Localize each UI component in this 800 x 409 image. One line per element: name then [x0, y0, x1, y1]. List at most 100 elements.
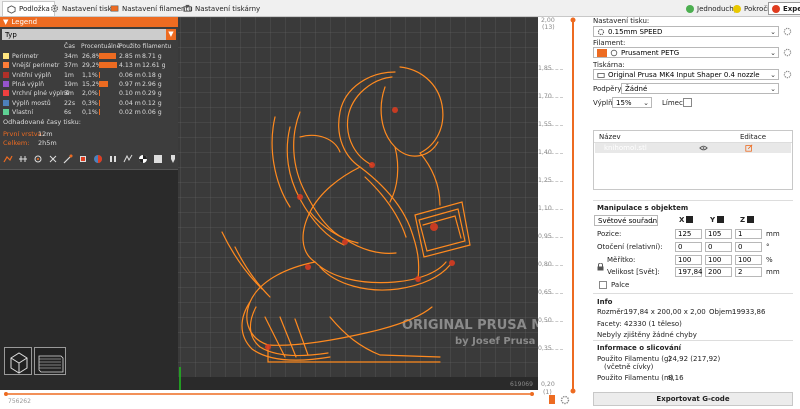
print-settings-select[interactable]: 0.15mm SPEED ⌄	[593, 26, 779, 37]
rotation-z-input[interactable]: 0	[735, 242, 762, 252]
eye-icon[interactable]	[699, 145, 708, 151]
legend-row-meters: 2.85 m	[119, 53, 141, 60]
custom-gcodes-icon[interactable]	[123, 154, 133, 164]
divider	[593, 340, 793, 341]
brim-checkbox[interactable]	[683, 98, 692, 107]
rotation-label: Otočení (relativní):	[597, 243, 663, 251]
pause-prints-icon[interactable]	[108, 154, 118, 164]
move-start-value: 756262	[8, 398, 31, 405]
deretractions-icon[interactable]	[48, 154, 58, 164]
scale-x-input[interactable]: 100	[675, 255, 702, 265]
bed-text-author: by Josef Prusa	[455, 336, 535, 347]
scale-x-value: 100	[678, 256, 692, 264]
legend-row[interactable]: Vrchní plné výplně 3m 2,0% 0.10 m 0.29 g	[2, 90, 176, 99]
layers-icon	[38, 355, 64, 373]
total-label: Celkem:	[3, 139, 30, 147]
travel-icon[interactable]	[3, 154, 13, 164]
legend-percent-bar	[99, 108, 100, 115]
scale-unit: %	[766, 256, 773, 264]
layer-slider[interactable]: 2,00 (13) 1,85 1,70 1,55 1,40 1,25 1,10 0,95 0,…	[538, 17, 590, 407]
position-z-input[interactable]: 1	[735, 229, 762, 239]
infill-select[interactable]: 15% ⌄	[612, 97, 652, 108]
legend-row-percent: 2,0%	[82, 90, 98, 98]
size-y-input[interactable]: 200	[705, 267, 732, 277]
legend-col-time: Čas	[64, 43, 75, 50]
legend-col-percent: Procentuálně	[81, 43, 121, 50]
view-layers-button[interactable]	[34, 347, 66, 375]
scale-z-input[interactable]: 100	[735, 255, 762, 265]
seams-icon[interactable]	[63, 154, 73, 164]
legend-row[interactable]: Výplň mostů 22s 0,3% 0.04 m 0.12 g	[2, 99, 176, 109]
legend-row-percent: 1,1%	[82, 71, 98, 79]
right-sidebar: Nastavení tisku: 0.15mm SPEED ⌄ Filament…	[590, 17, 800, 407]
cog-lock-icon[interactable]	[548, 393, 556, 405]
layer-top-index: (13)	[542, 24, 555, 31]
coordinates-select[interactable]: Světové souřadnice ⌄	[594, 215, 658, 226]
printer-label: Tiskárna:	[593, 61, 625, 69]
legend-color-swatch	[3, 62, 9, 69]
wipe-icon[interactable]	[18, 154, 28, 164]
chevron-down-icon: ⌄	[770, 71, 776, 79]
filament-select[interactable]: Prusament PETG ⌄	[593, 47, 779, 58]
legend-row-name: Výplň mostů	[12, 99, 51, 107]
settings-gear-icon[interactable]	[560, 395, 570, 405]
layer-tick-label: 0,80	[538, 261, 552, 268]
legend-row-time: 37m	[64, 62, 78, 70]
view-iso-button[interactable]	[4, 347, 32, 375]
divider	[593, 200, 793, 201]
legend-view-type-select[interactable]: Typ ▼	[2, 29, 176, 40]
size-z-input[interactable]: 2	[735, 267, 762, 277]
legend-row[interactable]: Vnitřní výplň 1m 1,1% 0.06 m 0.18 g	[2, 71, 176, 81]
volume-value: 19933,86	[732, 308, 766, 316]
axis-y-label: Y	[710, 216, 716, 224]
rotation-y-input[interactable]: 0	[705, 242, 732, 252]
mode-expert[interactable]: Expert	[768, 2, 800, 15]
printer-select[interactable]: Original Prusa MK4 Input Shaper 0.4 nozz…	[593, 69, 779, 80]
filament-value: Prusament PETG	[621, 48, 680, 57]
position-x-input[interactable]: 125	[675, 229, 702, 239]
tab-printer-settings[interactable]: Nastavení tiskárny	[179, 1, 264, 16]
legend-percent-bar	[99, 99, 100, 106]
position-y-input[interactable]: 105	[705, 229, 732, 239]
edit-object-icon[interactable]	[745, 144, 753, 152]
legend-row-grams: 0.29 g	[142, 90, 162, 98]
lock-icon[interactable]	[597, 263, 604, 271]
list-col-edit: Editace	[740, 133, 767, 141]
legend-row-meters: 0.10 m	[119, 90, 141, 98]
object-row[interactable]: knihomol.stl	[595, 143, 791, 153]
shells-icon[interactable]	[153, 154, 163, 164]
legend-row[interactable]: Vnější perimetr 37m 29,2% 4.13 m 12.61 g	[2, 62, 176, 71]
filament-label: Filament:	[593, 39, 626, 47]
legend-row-meters: 4.13 m	[119, 62, 141, 70]
edit-printer-icon[interactable]	[783, 70, 792, 79]
tool-changes-icon[interactable]	[78, 154, 88, 164]
scale-y-input[interactable]: 100	[705, 255, 732, 265]
legend-row[interactable]: Perimetr 34m 26,8% 2.85 m 8.71 g	[2, 53, 176, 62]
filament-g-sub: (včetně cívky)	[604, 363, 654, 371]
center-of-gravity-icon[interactable]	[138, 154, 148, 164]
size-label: Velikost [Svět]:	[607, 268, 660, 276]
legend-color-swatch	[3, 90, 9, 97]
retractions-icon[interactable]	[33, 154, 43, 164]
axis-x-label: X	[679, 216, 685, 224]
legend-row[interactable]: Plná výplň 19m 15,2% 0.97 m 2.96 g	[2, 80, 176, 90]
position-label: Pozice:	[597, 230, 622, 238]
edit-filament-icon[interactable]	[783, 48, 792, 57]
move-slider[interactable]: 756262	[0, 390, 538, 407]
color-changes-icon[interactable]	[93, 154, 103, 164]
legend-row-percent: 0,3%	[82, 99, 98, 107]
supports-select[interactable]: Žádné ⌄	[621, 83, 779, 94]
export-gcode-button[interactable]: Exportovat G-code	[593, 392, 793, 406]
legend-color-swatch	[3, 53, 9, 59]
inches-checkbox[interactable]	[599, 281, 607, 289]
tool-marker-icon[interactable]	[168, 154, 178, 164]
legend-row[interactable]: Vlastní 6s 0,1% 0.02 m 0.06 g	[2, 108, 176, 118]
legend-color-swatch	[3, 108, 9, 115]
slice-info-title: Informace o slicování	[597, 344, 682, 352]
legend-header[interactable]: ▼ Legend	[0, 17, 178, 27]
rotation-x-input[interactable]: 0	[675, 242, 702, 252]
layer-tick-label: 1,40	[538, 149, 552, 156]
legend-row-time: 34m	[64, 53, 78, 60]
edit-preset-icon[interactable]	[783, 27, 792, 36]
size-x-input[interactable]: 197,84	[675, 267, 703, 277]
